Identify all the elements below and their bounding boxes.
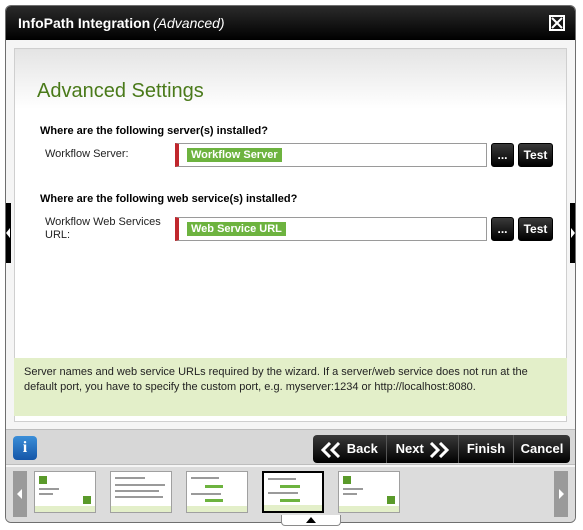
- workflow-server-label: Workflow Server:: [45, 148, 129, 160]
- previous-page-tab[interactable]: [6, 203, 11, 263]
- finish-button[interactable]: Finish: [459, 435, 514, 463]
- page-thumbnail[interactable]: [110, 471, 172, 513]
- close-icon[interactable]: [549, 15, 565, 31]
- web-service-url-token: Web Service URL: [187, 222, 286, 236]
- web-services-url-label: Workflow Web Services URL:: [45, 216, 161, 241]
- back-button[interactable]: Back: [313, 435, 387, 463]
- workflow-server-test-button[interactable]: Test: [518, 143, 553, 167]
- left-arrow-icon: [17, 489, 22, 499]
- webservice-question: Where are the following web service(s) i…: [40, 193, 298, 205]
- next-label: Next: [395, 441, 424, 456]
- web-services-url-field[interactable]: Web Service URL: [175, 217, 487, 241]
- right-arrow-icon: [571, 228, 575, 238]
- info-icon[interactable]: i: [13, 436, 37, 460]
- collapse-thumbnails-tab[interactable]: [281, 515, 341, 526]
- next-page-tab[interactable]: [570, 203, 575, 263]
- window-title: InfoPath Integration: [18, 15, 151, 31]
- page-title: Advanced Settings: [37, 80, 204, 102]
- thumbnails-scroll-left[interactable]: [13, 471, 27, 517]
- server-question: Where are the following server(s) instal…: [40, 125, 268, 137]
- back-label: Back: [346, 441, 378, 456]
- workflow-server-token: Workflow Server: [187, 148, 282, 162]
- navigation-bar: i Back Next Finish Cancel: [6, 429, 575, 465]
- wizard-window: InfoPath Integration (Advanced) Advanced…: [5, 5, 576, 523]
- web-services-browse-button[interactable]: ...: [491, 217, 514, 241]
- next-button[interactable]: Next: [387, 435, 459, 463]
- page-thumbnail[interactable]: [34, 471, 96, 513]
- workflow-server-browse-button[interactable]: ...: [491, 143, 514, 167]
- collapse-arrow-icon: [306, 517, 316, 523]
- right-arrow-icon: [559, 489, 564, 499]
- workflow-server-field[interactable]: Workflow Server: [175, 143, 487, 167]
- cancel-button[interactable]: Cancel: [514, 435, 570, 463]
- thumbnails-scroll-right[interactable]: [554, 471, 568, 517]
- page-thumbnail[interactable]: [338, 471, 400, 513]
- window-subtitle: (Advanced): [153, 15, 225, 31]
- page-thumbnail-current[interactable]: [262, 471, 324, 513]
- web-services-test-button[interactable]: Test: [518, 217, 553, 241]
- page-thumbnail[interactable]: [186, 471, 248, 513]
- title-bar: InfoPath Integration (Advanced): [6, 6, 575, 40]
- help-text-panel: Server names and web service URLs requir…: [14, 358, 567, 416]
- left-arrow-icon: [6, 228, 10, 238]
- next-chevron-icon: [430, 441, 450, 458]
- back-chevron-icon: [321, 441, 341, 458]
